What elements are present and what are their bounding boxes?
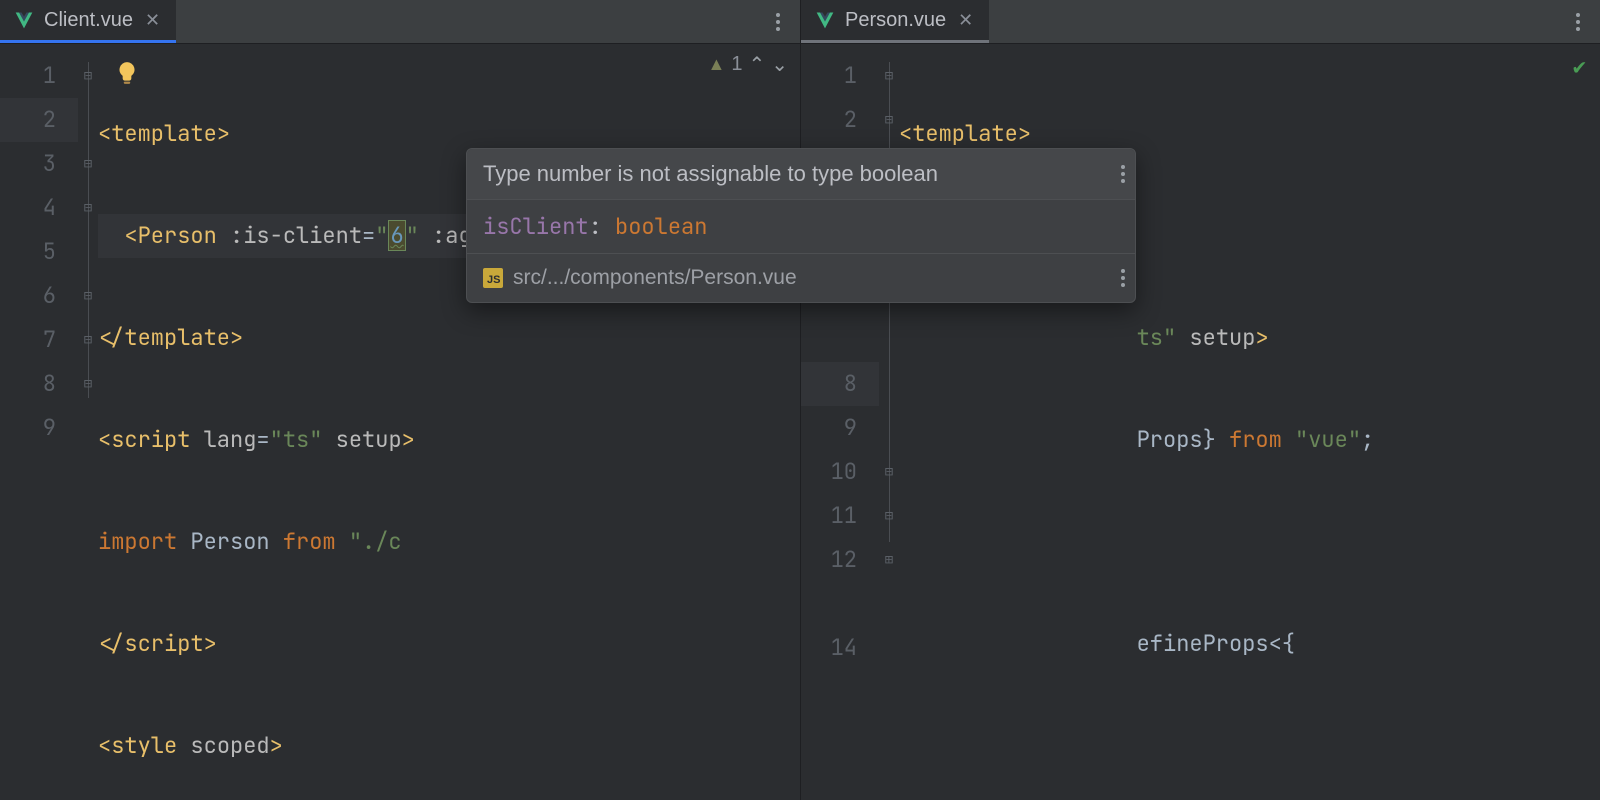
tooltip-message-row[interactable]: Type number is not assignable to type bo…: [467, 149, 1135, 199]
chevron-down-icon[interactable]: ⌄: [771, 52, 788, 77]
js-file-icon: JS: [483, 268, 503, 288]
svg-text:JS: JS: [487, 274, 500, 286]
error-tooltip: Type number is not assignable to type bo…: [466, 148, 1136, 303]
tooltip-message: Type number is not assignable to type bo…: [483, 161, 938, 187]
right-editor-pane: Person.vue ✕ 1 2 8 9 10 11 12 14 ⊟ ⊟: [800, 0, 1600, 800]
error-token[interactable]: 6: [388, 220, 405, 251]
fold-end-icon[interactable]: ⊟: [879, 98, 899, 142]
fold-collapsed-icon[interactable]: ⊞: [879, 538, 899, 582]
tab-bar-right: Person.vue ✕: [801, 0, 1600, 44]
close-icon[interactable]: ✕: [143, 10, 162, 31]
kebab-icon: [1121, 165, 1125, 183]
fold-end-icon[interactable]: ⊟: [78, 362, 98, 406]
vue-file-icon: [815, 10, 835, 30]
warning-count: 1: [731, 53, 742, 76]
intention-bulb-icon[interactable]: [114, 60, 140, 86]
left-editor-pane: Client.vue ✕ 1 2 3 4 5 6 7 8 9 ⊟ ⊟ ⊟ ⊟ ⊟: [0, 0, 800, 800]
fold-start-icon[interactable]: ⊟: [879, 54, 899, 98]
warning-triangle-icon: ▲: [708, 54, 726, 75]
kebab-icon: [1576, 13, 1580, 31]
inspection-ok-icon[interactable]: ✔: [1573, 52, 1586, 81]
fold-end-icon[interactable]: ⊟: [78, 274, 98, 318]
fold-column: ⊟ ⊟ ⊟ ⊟ ⊟ ⊟: [78, 44, 98, 800]
tab-filename: Person.vue: [845, 9, 946, 32]
kebab-icon: [1121, 269, 1125, 287]
tooltip-menu-button[interactable]: [1121, 165, 1125, 183]
fold-start-icon[interactable]: ⊟: [78, 186, 98, 230]
inspection-widget[interactable]: ▲ 1 ⌃ ⌄: [708, 52, 788, 77]
fold-end-icon[interactable]: ⊟: [78, 142, 98, 186]
chevron-up-icon[interactable]: ⌃: [748, 52, 765, 77]
kebab-icon: [776, 13, 780, 31]
fold-end-icon[interactable]: ⊟: [879, 450, 899, 494]
vue-file-icon: [14, 10, 34, 30]
tooltip-menu-button[interactable]: [1121, 269, 1125, 287]
fold-start-icon[interactable]: ⊟: [78, 318, 98, 362]
close-icon[interactable]: ✕: [956, 10, 975, 31]
fold-start-icon[interactable]: ⊟: [78, 54, 98, 98]
tab-bar-left: Client.vue ✕: [0, 0, 800, 44]
fold-end-icon[interactable]: ⊟: [879, 494, 899, 538]
tab-menu-button[interactable]: [756, 0, 800, 43]
tooltip-signature-row[interactable]: isClient: boolean: [467, 200, 1135, 253]
tab-menu-button[interactable]: [1556, 0, 1600, 43]
tooltip-source-row[interactable]: JS src/.../components/Person.vue: [467, 254, 1135, 302]
line-gutter: 1 2 3 4 5 6 7 8 9: [0, 44, 78, 800]
tab-client-vue[interactable]: Client.vue ✕: [0, 0, 176, 43]
tab-person-vue[interactable]: Person.vue ✕: [801, 0, 989, 43]
tooltip-source-path: src/.../components/Person.vue: [513, 266, 797, 290]
tab-filename: Client.vue: [44, 9, 133, 32]
